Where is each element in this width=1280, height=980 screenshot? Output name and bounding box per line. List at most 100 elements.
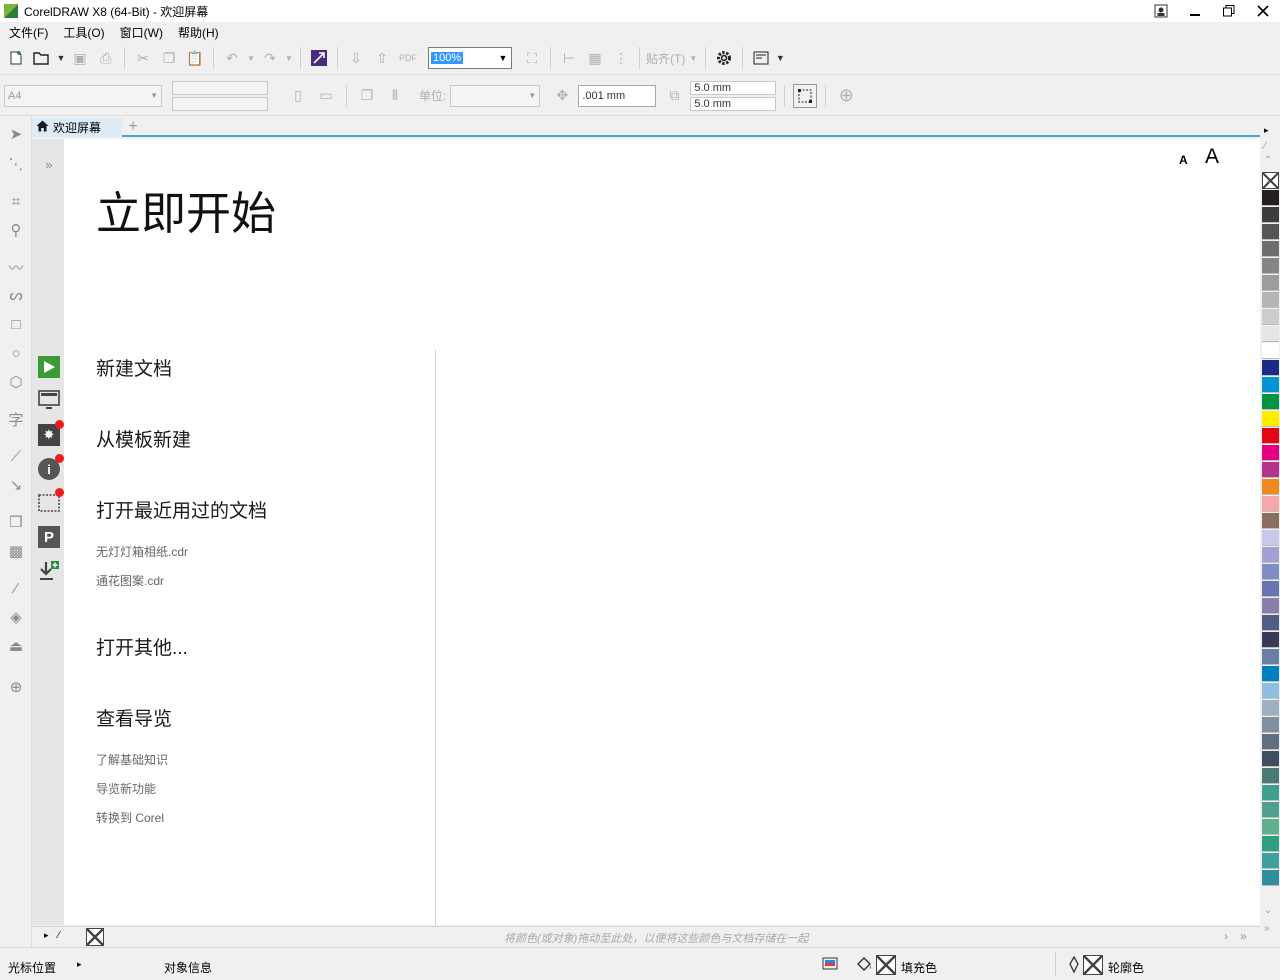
redo-dropdown-icon[interactable]: ▼: [284, 46, 294, 70]
treat-as-filled-icon[interactable]: [793, 83, 818, 108]
quick-customize-icon[interactable]: ⊕: [6, 677, 26, 697]
palette-eyedropper-icon[interactable]: ⁄: [1264, 141, 1266, 152]
color-swatch[interactable]: [1262, 717, 1279, 733]
color-swatch[interactable]: [1262, 802, 1279, 818]
open-other-link[interactable]: 打开其他...: [96, 633, 188, 660]
add-tab-icon[interactable]: +: [124, 119, 142, 136]
drop-shadow-tool-icon[interactable]: ❒: [6, 512, 26, 532]
text-tool-icon[interactable]: 字: [6, 409, 26, 429]
color-swatch[interactable]: [1262, 853, 1279, 869]
undo-dropdown-icon[interactable]: ▼: [246, 46, 256, 70]
color-swatch[interactable]: [1262, 513, 1279, 529]
palette-scroll-down-icon[interactable]: ⌄: [1264, 905, 1272, 916]
transparency-tool-icon[interactable]: ▩: [6, 541, 26, 561]
color-swatch[interactable]: [1262, 785, 1279, 801]
nudge-distance-field[interactable]: .001 mm: [578, 84, 657, 107]
workspace-icon[interactable]: [38, 389, 60, 411]
increase-font-size-button[interactable]: A: [1205, 145, 1219, 169]
menu-file[interactable]: 文件(F): [4, 24, 58, 41]
menu-tools[interactable]: 工具(O): [58, 24, 114, 41]
color-swatch[interactable]: [1262, 190, 1279, 206]
color-swatch[interactable]: [1262, 326, 1279, 342]
color-swatch[interactable]: [1262, 394, 1279, 410]
snap-to-button[interactable]: 贴齐(T): [646, 50, 685, 67]
parallel-dimension-tool-icon[interactable]: ⟋: [6, 446, 26, 466]
current-page-icon[interactable]: ⫴: [383, 84, 407, 108]
color-swatch[interactable]: [1262, 292, 1279, 308]
color-swatch[interactable]: [1262, 360, 1279, 376]
color-swatch[interactable]: [1262, 598, 1279, 614]
snap-dropdown-icon[interactable]: ▼: [687, 46, 699, 70]
open-folder-icon[interactable]: [30, 46, 54, 70]
outline-color-swatch[interactable]: [1083, 955, 1103, 975]
zoom-level-select[interactable]: 100% ▼: [428, 47, 512, 69]
doc-palette-menu-icon[interactable]: ▸: [44, 930, 49, 941]
tour-link-switch-to-corel[interactable]: 转换到 Corel: [96, 809, 164, 826]
color-swatch[interactable]: [1262, 479, 1279, 495]
all-pages-icon[interactable]: ❐: [355, 84, 379, 108]
color-swatch[interactable]: [1262, 615, 1279, 631]
new-from-template-link[interactable]: 从模板新建: [96, 425, 191, 452]
cursor-position-menu-icon[interactable]: ▸: [77, 959, 82, 970]
color-swatch[interactable]: [1262, 734, 1279, 750]
new-document-icon[interactable]: [4, 46, 28, 70]
updates-download-icon[interactable]: [38, 560, 60, 582]
interactive-fill-tool-icon[interactable]: ◈: [6, 607, 26, 627]
color-swatch[interactable]: [1262, 683, 1279, 699]
zoom-tool-icon[interactable]: ⚲: [6, 220, 26, 240]
show-rulers-icon[interactable]: ⊢: [557, 46, 581, 70]
page-size-select[interactable]: A4 ▼: [4, 84, 162, 107]
color-swatch[interactable]: [1262, 445, 1279, 461]
color-swatch[interactable]: [1262, 275, 1279, 291]
color-swatch[interactable]: [1262, 666, 1279, 682]
close-button[interactable]: [1246, 0, 1280, 22]
nudge-icon[interactable]: ✥: [550, 84, 574, 108]
color-swatch[interactable]: [1262, 751, 1279, 767]
color-swatch[interactable]: [1262, 530, 1279, 546]
minimize-button[interactable]: [1178, 0, 1212, 22]
color-eyedropper-tool-icon[interactable]: ⁄: [6, 578, 26, 598]
page-width-field[interactable]: [172, 80, 268, 95]
save-icon[interactable]: ▣: [68, 46, 92, 70]
smart-fill-tool-icon[interactable]: ⏏: [6, 636, 26, 656]
open-dropdown-icon[interactable]: ▼: [56, 46, 66, 70]
duplicate-x-field[interactable]: 5.0 mm: [690, 80, 777, 95]
menu-help[interactable]: 帮助(H): [173, 24, 229, 41]
no-color-swatch[interactable]: [1262, 172, 1279, 189]
duplicate-distance-icon[interactable]: ⧉: [662, 84, 686, 108]
color-swatch[interactable]: [1262, 632, 1279, 648]
add-quick-customize-icon[interactable]: ⊕: [834, 84, 858, 108]
doc-palette-scroll-right-icon[interactable]: ›: [1224, 929, 1228, 943]
tour-link-new-features[interactable]: 导览新功能: [96, 780, 156, 797]
palette-expand-icon[interactable]: »: [1264, 923, 1270, 934]
color-swatch[interactable]: [1262, 496, 1279, 512]
new-document-link[interactable]: 新建文档: [96, 354, 172, 381]
color-swatch[interactable]: [1262, 581, 1279, 597]
recent-file-item[interactable]: 通花图案.cdr: [96, 572, 164, 589]
color-swatch[interactable]: [1262, 411, 1279, 427]
color-swatch[interactable]: [1262, 700, 1279, 716]
color-swatch[interactable]: [1262, 224, 1279, 240]
gallery-icon[interactable]: [38, 488, 64, 514]
doc-palette-eyedropper-icon[interactable]: ⁄: [58, 930, 60, 941]
pick-tool-icon[interactable]: ➤: [6, 124, 26, 144]
export-icon[interactable]: ⇧: [370, 46, 394, 70]
decrease-font-size-button[interactable]: A: [1179, 153, 1188, 167]
undo-icon[interactable]: ↶: [220, 46, 244, 70]
restore-button[interactable]: [1212, 0, 1246, 22]
user-account-icon[interactable]: [1144, 0, 1178, 22]
info-icon[interactable]: i: [38, 454, 64, 480]
tab-welcome-screen[interactable]: 欢迎屏幕: [32, 118, 122, 137]
color-swatch[interactable]: [1262, 547, 1279, 563]
print-icon[interactable]: ⎙: [94, 46, 118, 70]
color-swatch[interactable]: [1262, 207, 1279, 223]
show-grid-icon[interactable]: ▦: [583, 46, 607, 70]
doc-palette-no-color-swatch[interactable]: [86, 928, 104, 946]
redo-icon[interactable]: ↷: [258, 46, 282, 70]
doc-palette-expand-icon[interactable]: »: [1240, 929, 1247, 943]
get-more-icon[interactable]: P: [38, 526, 60, 548]
color-swatch[interactable]: [1262, 377, 1279, 393]
menu-window[interactable]: 窗口(W): [115, 24, 173, 41]
freehand-tool-icon[interactable]: 〰: [6, 257, 26, 277]
color-swatch[interactable]: [1262, 768, 1279, 784]
